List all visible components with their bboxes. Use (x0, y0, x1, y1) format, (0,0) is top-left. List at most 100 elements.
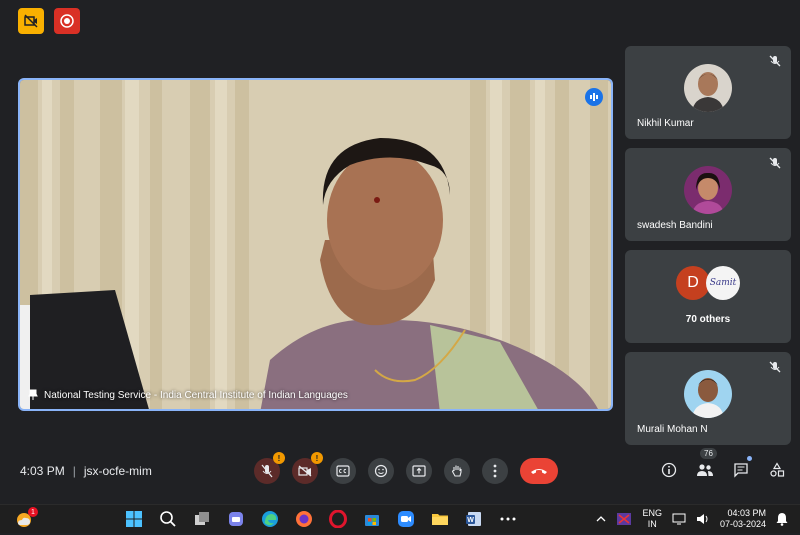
more-options-button[interactable] (482, 458, 508, 484)
reactions-button[interactable] (368, 458, 394, 484)
no-video-indicator-icon[interactable] (18, 8, 44, 34)
participant-tile[interactable]: Nikhil Kumar (625, 46, 791, 139)
clock-date: 07-03-2024 (719, 519, 766, 529)
captions-icon (336, 465, 350, 477)
warning-badge: ! (273, 452, 285, 464)
meeting-control-bar: 4:03 PM | jsx-ocfe-mim ! ! 76 (4, 448, 798, 496)
side-controls: 76 (658, 448, 788, 482)
main-speaker-tile[interactable]: National Testing Service - India Central… (18, 78, 613, 411)
people-button[interactable]: 76 (694, 448, 717, 482)
firefox-app[interactable] (294, 509, 314, 529)
others-count-label: 70 others (685, 314, 731, 325)
meeting-time: 4:03 PM (20, 464, 65, 478)
meeting-details-button[interactable] (658, 458, 680, 482)
edge-icon (262, 511, 278, 527)
camera-toggle-button[interactable]: ! (292, 452, 323, 484)
hand-icon (451, 465, 462, 477)
warning-badge: ! (311, 452, 323, 464)
task-view-button[interactable] (192, 509, 212, 529)
more-horiz-icon (500, 517, 516, 521)
teams-app[interactable] (226, 509, 246, 529)
avatar: Samit (706, 266, 740, 300)
chevron-up-icon[interactable] (596, 515, 606, 523)
zoom-app[interactable] (396, 509, 416, 529)
system-tray: ENG IN 04:03 PM 07-03-2024 (596, 508, 788, 530)
start-button[interactable] (124, 509, 144, 529)
present-button[interactable] (406, 458, 432, 484)
chat-icon (734, 463, 748, 478)
network-icon[interactable] (672, 513, 686, 525)
leave-call-button[interactable] (520, 458, 558, 484)
meet-window: National Testing Service - India Central… (4, 0, 798, 500)
speaker-video (20, 80, 611, 409)
participant-tile[interactable]: swadesh Bandini (625, 148, 791, 241)
volume-icon[interactable] (696, 513, 710, 525)
emoji-icon (374, 464, 388, 478)
more-vert-icon (493, 464, 497, 478)
captions-button[interactable] (330, 458, 356, 484)
region-code: IN (647, 519, 657, 529)
taskbar-apps: W (124, 509, 518, 529)
zoom-icon (398, 511, 414, 527)
teams-icon (229, 512, 243, 526)
recording-icon[interactable] (54, 8, 80, 34)
store-app[interactable] (362, 509, 382, 529)
avatar (684, 370, 732, 418)
top-indicators (18, 8, 80, 34)
word-app[interactable]: W (464, 509, 484, 529)
chat-button[interactable] (730, 456, 752, 482)
meeting-code: jsx-ocfe-mim (83, 464, 152, 478)
clock-time: 04:03 PM (727, 508, 766, 518)
participant-name: Murali Mohan N (637, 424, 708, 435)
overflow-button[interactable] (498, 509, 518, 529)
system-clock[interactable]: 04:03 PM 07-03-2024 (720, 508, 766, 530)
svg-text:W: W (467, 517, 474, 524)
others-avatars: D Samit (676, 266, 746, 300)
others-tile[interactable]: D Samit 70 others (625, 250, 791, 343)
store-icon (365, 515, 379, 526)
screen: National Testing Service - India Central… (0, 0, 800, 533)
edge-app[interactable] (260, 509, 280, 529)
file-explorer-app[interactable] (430, 509, 450, 529)
widgets-button[interactable]: 1 (14, 507, 38, 530)
people-icon (697, 464, 713, 476)
shapes-icon (770, 462, 785, 477)
opera-app[interactable] (328, 509, 348, 529)
mic-off-icon (769, 360, 781, 378)
notification-badge: 1 (28, 507, 38, 517)
mic-off-icon (769, 156, 781, 174)
main-tile-caption: National Testing Service - India Central… (28, 389, 348, 401)
search-icon (160, 511, 176, 527)
notification-bell-icon[interactable] (776, 512, 788, 526)
participant-tile[interactable]: Murali Mohan N (625, 352, 791, 445)
participant-name: swadesh Bandini (637, 220, 713, 231)
opera-icon (329, 510, 347, 528)
avatar (684, 166, 732, 214)
language-indicator[interactable]: ENG IN (642, 508, 662, 530)
language-code: ENG (642, 508, 662, 518)
avatar (684, 64, 732, 112)
meeting-info: 4:03 PM | jsx-ocfe-mim (20, 464, 152, 478)
app-tray-icon[interactable] (616, 512, 632, 526)
search-button[interactable] (158, 509, 178, 529)
speaking-indicator-icon (585, 88, 603, 106)
windows-icon (126, 511, 142, 527)
raise-hand-button[interactable] (444, 458, 470, 484)
mic-off-icon (769, 54, 781, 72)
camera-off-icon (298, 465, 312, 477)
separator: | (72, 464, 76, 478)
folder-icon (432, 514, 448, 525)
firefox-icon (296, 511, 312, 527)
participant-name: Nikhil Kumar (637, 118, 694, 129)
call-controls: ! ! (254, 452, 558, 484)
mic-toggle-button[interactable]: ! (254, 452, 285, 484)
unread-indicator (747, 456, 752, 461)
present-screen-icon (412, 465, 426, 477)
main-participant-name: National Testing Service - India Central… (44, 389, 348, 401)
avatar: D (676, 266, 710, 300)
mic-off-icon (261, 464, 273, 478)
end-call-icon (531, 469, 547, 474)
activities-button[interactable] (766, 458, 788, 482)
pin-icon[interactable] (28, 389, 38, 401)
people-count-badge: 76 (700, 448, 717, 459)
